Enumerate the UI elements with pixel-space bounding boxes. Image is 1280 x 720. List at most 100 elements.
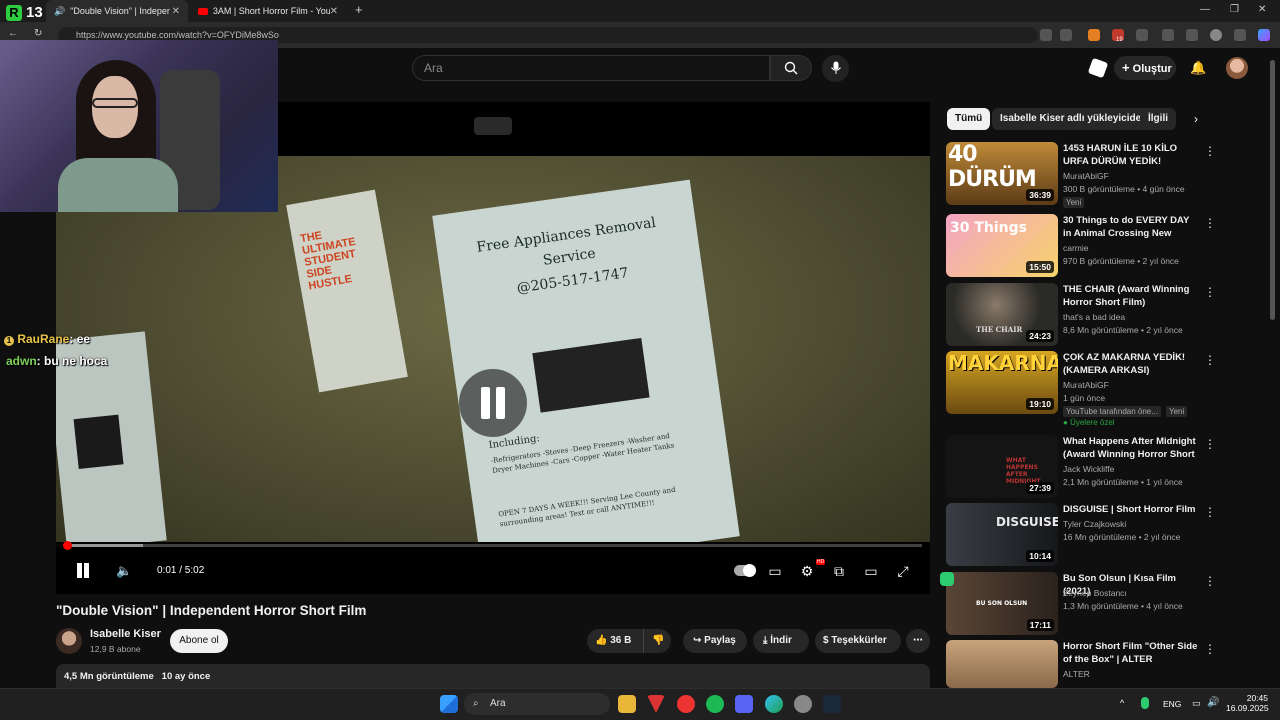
notifications-bell-icon[interactable]: 🔔	[1190, 60, 1206, 76]
profile-icon[interactable]	[1210, 29, 1222, 41]
extensions-puzzle-icon[interactable]	[1136, 29, 1148, 41]
start-windows-icon[interactable]	[440, 695, 458, 713]
more-vertical-icon[interactable]: ⋮	[1204, 216, 1216, 230]
system-clock[interactable]: 20:45 16.09.2025	[1226, 693, 1269, 713]
microphone-icon[interactable]	[1141, 697, 1149, 709]
steam-icon[interactable]	[823, 695, 841, 713]
settings-gear-icon[interactable]: ⚙	[798, 562, 816, 580]
thanks-button[interactable]: $ Teşekkürler	[815, 629, 901, 653]
tab-3am[interactable]: 3AM | Short Horror Film - YouTub... ✕	[190, 0, 346, 22]
more-menu-icon[interactable]	[1234, 29, 1246, 41]
close-tab-icon[interactable]: ✕	[172, 6, 180, 17]
create-button[interactable]: + Oluştur	[1114, 56, 1176, 80]
channel-name[interactable]: MuratAbiGF	[1063, 380, 1109, 390]
channel-name[interactable]: MuratAbiGF	[1063, 171, 1109, 181]
file-explorer-icon[interactable]	[618, 695, 636, 713]
edge-icon[interactable]	[765, 695, 783, 713]
appliance-photo	[532, 337, 650, 413]
fullscreen-icon[interactable]: ⤢	[894, 562, 912, 580]
progress-bar[interactable]	[66, 544, 922, 547]
members-only-label: Üyelere özel	[1070, 418, 1115, 427]
big-pause-icon[interactable]	[459, 369, 527, 437]
progress-scrubber[interactable]	[63, 541, 72, 550]
channel-avatar[interactable]	[56, 628, 82, 654]
more-vertical-icon[interactable]: ⋮	[1204, 144, 1216, 158]
page-scrollbar[interactable]	[1270, 60, 1275, 320]
chip-from-uploader[interactable]: Isabelle Kiser adlı yükleyiciden	[992, 108, 1156, 130]
channel-name[interactable]: carmie	[1063, 243, 1089, 253]
maximize-icon[interactable]: ❐	[1230, 4, 1239, 15]
chevron-up-icon[interactable]: ^	[1120, 698, 1124, 708]
search-input[interactable]: Ara	[412, 55, 770, 81]
language-indicator[interactable]: ENG	[1163, 699, 1181, 709]
theater-mode-icon[interactable]: ▭	[862, 562, 880, 580]
taskbar-search[interactable]: ⌕ Ara	[464, 693, 610, 715]
subscribe-button[interactable]: Abone ol	[170, 629, 228, 653]
copilot-icon[interactable]	[1258, 29, 1270, 41]
video-thumbnail[interactable]: 40 DÜRÜM 36:39	[946, 142, 1058, 205]
video-meta: 970 B görüntüleme • 2 yıl önce	[1063, 256, 1179, 266]
autoplay-toggle[interactable]	[734, 564, 756, 577]
more-actions-button[interactable]: ⋯	[906, 629, 930, 653]
spotify-icon[interactable]	[706, 695, 724, 713]
featured-badge: YouTube tarafından öne...	[1063, 406, 1161, 417]
download-button[interactable]: ⤓ İndir	[753, 629, 809, 653]
apps-icon[interactable]	[1040, 29, 1052, 41]
close-window-icon[interactable]: ✕	[1258, 4, 1266, 15]
video-thumbnail[interactable]: WHAT HAPPENS AFTER MIDNIGHT 27:39	[946, 435, 1058, 498]
video-thumbnail[interactable]: THE CHAIR 24:23	[946, 283, 1058, 346]
obs-icon[interactable]	[794, 695, 812, 713]
volume-icon[interactable]: 🔈	[116, 563, 132, 579]
channel-name[interactable]: Tyler Czajkowski	[1063, 519, 1126, 529]
more-horizontal-icon: ⋯	[913, 635, 923, 646]
tab-double-vision[interactable]: 🔊 "Double Vision" | Independe... ✕	[46, 0, 188, 22]
voice-search-button[interactable]	[822, 55, 849, 82]
more-vertical-icon[interactable]: ⋮	[1204, 574, 1216, 588]
more-vertical-icon[interactable]: ⋮	[1204, 285, 1216, 299]
channel-name[interactable]: that's a bad idea	[1063, 312, 1125, 322]
share-button[interactable]: ↪ Paylaş	[683, 629, 747, 653]
browser-essentials-icon[interactable]	[1162, 29, 1174, 41]
miniplayer-icon[interactable]: ⧉	[830, 562, 848, 580]
video-thumbnail[interactable]: 30 Things 15:50	[946, 214, 1058, 277]
browser-tab-bar: R 13 🔊 "Double Vision" | Independe... ✕ …	[0, 0, 1280, 22]
youtube-studio-icon[interactable]	[1087, 57, 1109, 79]
back-icon[interactable]: ←	[8, 28, 18, 39]
chat-text: : ee	[69, 332, 91, 346]
chip-all[interactable]: Tümü	[947, 108, 991, 130]
video-thumbnail[interactable]: MAKARNA 19:10	[946, 351, 1058, 414]
extension-icon[interactable]	[1088, 29, 1100, 41]
more-vertical-icon[interactable]: ⋮	[1204, 353, 1216, 367]
more-vertical-icon[interactable]: ⋮	[1204, 642, 1216, 656]
video-thumbnail[interactable]	[946, 640, 1058, 688]
close-tab-icon[interactable]: ✕	[330, 6, 338, 17]
video-frame[interactable]: THE ULTIMATE STUDENT SIDE HUSTLE Free Ap…	[56, 156, 930, 542]
video-thumbnail[interactable]: BU SON OLSUN 17:11	[946, 572, 1058, 635]
opera-icon[interactable]	[677, 695, 695, 713]
like-button[interactable]: 👍 36 B	[595, 629, 631, 653]
flyer-headline: THE ULTIMATE STUDENT SIDE HUSTLE	[299, 229, 357, 293]
network-icon[interactable]: ▭	[1192, 698, 1201, 709]
more-vertical-icon[interactable]: ⋮	[1204, 437, 1216, 451]
channel-name[interactable]: Zeynep Bostancı	[1063, 588, 1127, 598]
dislike-button[interactable]: 👎	[643, 629, 664, 653]
collections-icon[interactable]	[1186, 29, 1198, 41]
account-avatar[interactable]	[1226, 57, 1248, 79]
volume-icon[interactable]: 🔊	[1207, 697, 1219, 708]
channel-name[interactable]: Isabelle Kiser	[90, 628, 161, 640]
chip-related[interactable]: İlgili	[1140, 108, 1176, 130]
search-button[interactable]	[770, 55, 812, 81]
subtitles-icon[interactable]: ▭	[766, 562, 784, 580]
channel-name[interactable]: Jack Wickliffe	[1063, 464, 1114, 474]
chevron-right-icon[interactable]: ›	[1194, 112, 1198, 126]
more-vertical-icon[interactable]: ⋮	[1204, 505, 1216, 519]
video-thumbnail[interactable]: DISGUISE 10:14	[946, 503, 1058, 566]
pause-button[interactable]	[74, 562, 92, 580]
new-tab-icon[interactable]: +	[355, 2, 363, 17]
description-box[interactable]: 4,5 Mn görüntüleme 10 ay önce	[56, 664, 930, 688]
channel-name[interactable]: ALTER	[1063, 669, 1090, 679]
refresh-icon[interactable]: ↻	[34, 28, 42, 39]
favorite-star-icon[interactable]	[1060, 29, 1072, 41]
minimize-icon[interactable]: —	[1200, 4, 1210, 15]
discord-icon[interactable]	[735, 695, 753, 713]
